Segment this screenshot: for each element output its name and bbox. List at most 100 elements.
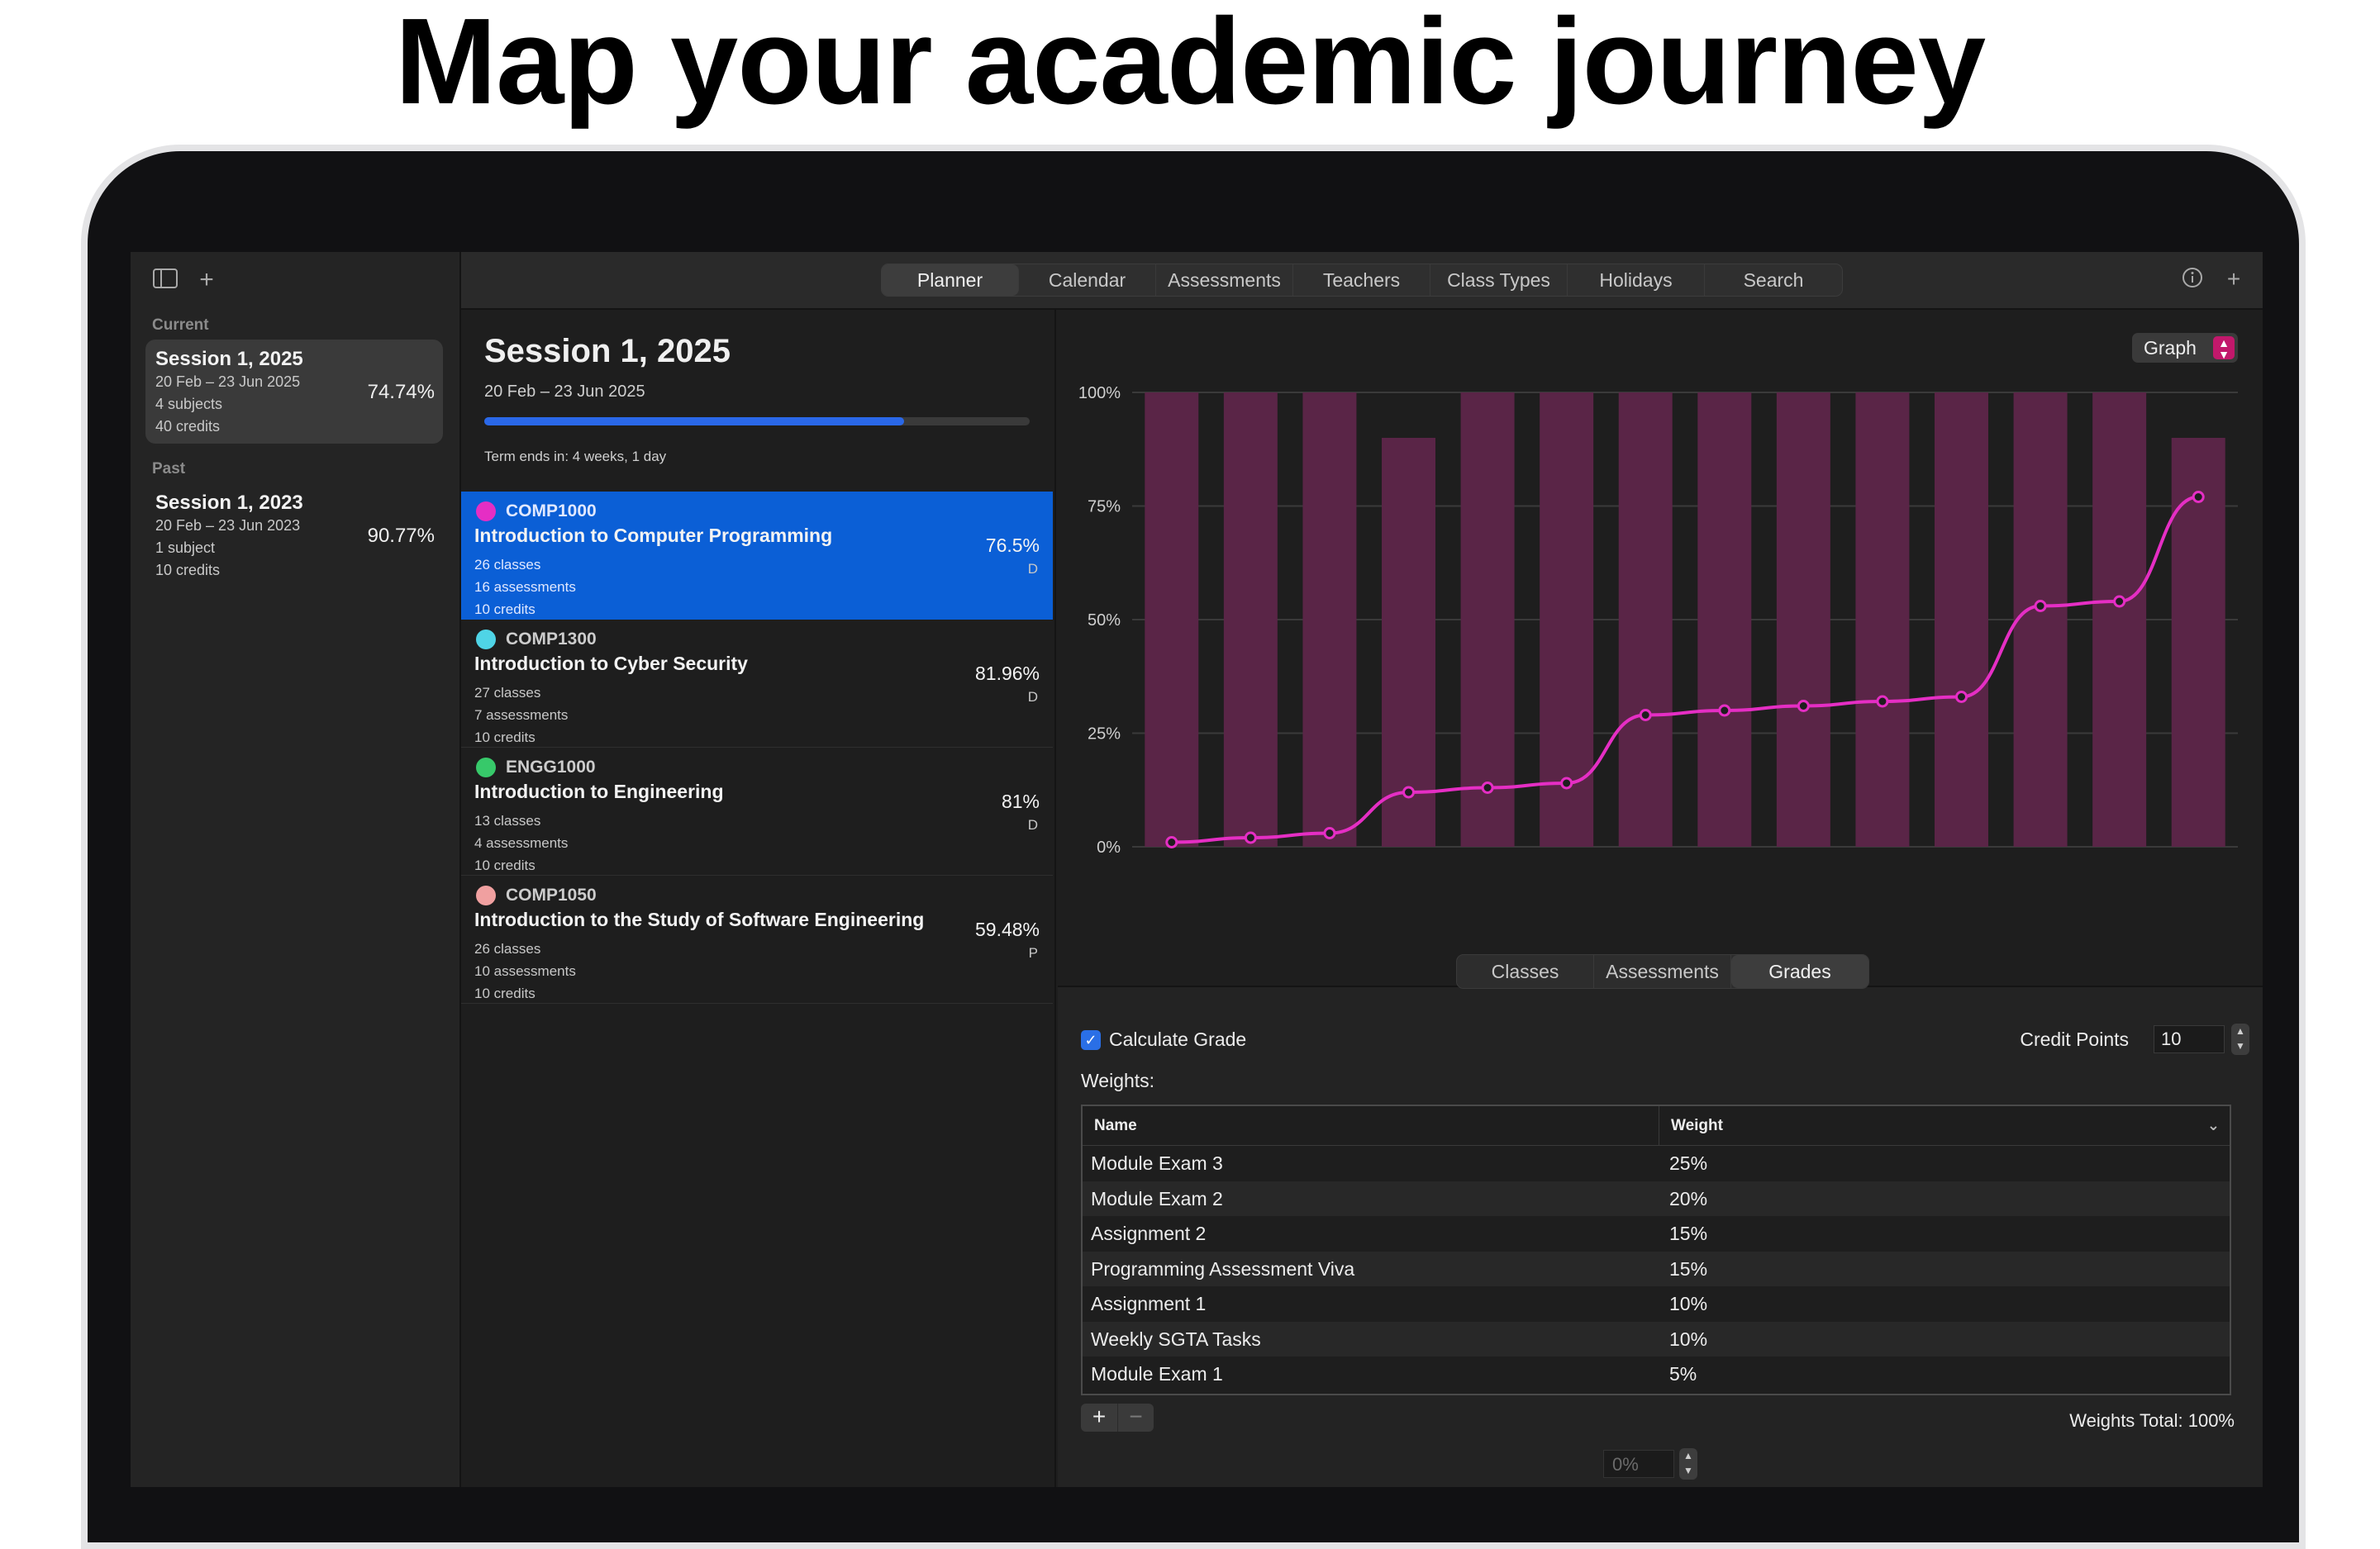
chart-point bbox=[1876, 695, 1889, 708]
weights-label: Weights: bbox=[1081, 1070, 1155, 1091]
percent-stepper[interactable]: ▲ ▼ bbox=[1679, 1448, 1697, 1480]
chart-bar bbox=[1935, 392, 1988, 847]
chart-bar bbox=[2092, 392, 2147, 847]
tab-assessments[interactable]: Assessments bbox=[1156, 264, 1293, 296]
add-remove-buttons: + − bbox=[1081, 1404, 1154, 1432]
subject-row[interactable]: ENGG1000 Introduction to Engineering 13 cl… bbox=[461, 748, 1053, 876]
session-detail: Session 1, 2025 20 Feb – 23 Jun 2025 Ter… bbox=[461, 310, 1056, 1487]
table-row[interactable]: Assignment 1 10% bbox=[1083, 1286, 2230, 1322]
subject-name: Introduction to Computer Programming bbox=[474, 525, 833, 546]
add-session-icon[interactable]: + bbox=[193, 268, 220, 292]
detail-tabs: Classes Assessments Grades bbox=[1456, 954, 1869, 989]
subject-detail: Graph ▲ ▼ 0% 25% 50% 75% 100% Classes Assessm… bbox=[1058, 310, 2263, 1487]
chart-point bbox=[1323, 827, 1336, 839]
subject-code: COMP1050 bbox=[506, 886, 597, 905]
chart-point bbox=[1402, 786, 1415, 799]
tab-classes[interactable]: Classes bbox=[1457, 955, 1594, 988]
headline: Map your academic journey bbox=[394, 0, 1986, 130]
main-tabs: Planner Calendar Assessments Teachers Cl… bbox=[881, 264, 1843, 297]
checkbox-checked-icon[interactable]: ✓ bbox=[1081, 1029, 1101, 1050]
table-row[interactable]: Programming Assessment Viva 15% bbox=[1083, 1251, 2230, 1286]
remove-weight-button[interactable]: − bbox=[1117, 1404, 1154, 1432]
calculate-grade[interactable]: ✓ Calculate Grade bbox=[1081, 1029, 1246, 1051]
add-icon[interactable]: + bbox=[2221, 267, 2246, 292]
past-label: Past bbox=[152, 460, 186, 478]
calculate-grade-label: Calculate Grade bbox=[1109, 1029, 1247, 1050]
tab-calendar[interactable]: Calendar bbox=[1019, 264, 1156, 296]
subject-credits: 10 credits bbox=[474, 986, 536, 1001]
subject-name: Introduction to Engineering bbox=[474, 781, 724, 802]
subject-row[interactable]: COMP1050 Introduction to the Study of Sof… bbox=[461, 876, 1053, 1004]
subject-percent: 81% bbox=[1001, 791, 1040, 812]
weight-name: Assignment 2 bbox=[1091, 1223, 1207, 1244]
weight-name: Assignment 1 bbox=[1091, 1293, 1207, 1314]
grades-panel: ✓ Calculate Grade Credit Points 10 ▲ ▼ We… bbox=[1058, 989, 2263, 1487]
weight-value: 20% bbox=[1669, 1187, 1708, 1209]
subject-meta: 13 classes 4 assessments 10 credits bbox=[474, 810, 568, 877]
weight-value: 5% bbox=[1669, 1363, 1697, 1385]
tab-teachers[interactable]: Teachers bbox=[1293, 264, 1430, 296]
tab-class-types[interactable]: Class Types bbox=[1430, 264, 1568, 296]
subject-code: COMP1000 bbox=[506, 501, 597, 520]
table-row[interactable]: Assignment 2 15% bbox=[1083, 1216, 2230, 1252]
table-row[interactable]: Module Exam 1 5% bbox=[1083, 1357, 2230, 1392]
credit-points-field[interactable]: 10 bbox=[2154, 1025, 2225, 1053]
subject-row[interactable]: COMP1000 Introduction to Computer Program… bbox=[461, 492, 1053, 620]
credit-stepper[interactable]: ▲ ▼ bbox=[2231, 1024, 2249, 1055]
page-title: Session 1, 2025 bbox=[484, 333, 731, 369]
subject-code: COMP1300 bbox=[506, 630, 597, 649]
chart-point bbox=[1244, 831, 1257, 844]
sort-chevron-icon[interactable]: ⌄ bbox=[2207, 1106, 2220, 1144]
term-ends: Term ends in: 4 weeks, 1 day bbox=[484, 449, 667, 464]
subject-grade: D bbox=[1027, 561, 1038, 577]
session-item-current[interactable]: Session 1, 2025 20 Feb – 23 Jun 2025 4 s… bbox=[145, 340, 443, 444]
weight-value: 25% bbox=[1669, 1152, 1708, 1174]
graph-popup-button[interactable]: Graph ▲ ▼ bbox=[2132, 333, 2238, 363]
session-credits: 10 credits bbox=[155, 562, 221, 578]
chart-bar bbox=[1697, 392, 1752, 847]
chart-point bbox=[1481, 782, 1494, 794]
chart-point bbox=[1718, 704, 1731, 717]
subject-credits: 10 credits bbox=[474, 601, 536, 617]
subject-assessments: 10 assessments bbox=[474, 963, 576, 979]
chart-point bbox=[2034, 600, 2047, 612]
subject-name: Introduction to the Study of Software En… bbox=[474, 909, 925, 930]
session-percent: 90.77% bbox=[367, 525, 435, 547]
weights-table: Name Weight ⌄ Module Exam 3 25% Module Exa… bbox=[1081, 1105, 2231, 1395]
subject-classes: 13 classes bbox=[474, 813, 541, 829]
toolbar: Planner Calendar Assessments Teachers Cl… bbox=[461, 252, 2263, 310]
chart-bar bbox=[1302, 392, 1357, 847]
subject-row[interactable]: COMP1300 Introduction to Cyber Security 27… bbox=[461, 620, 1053, 748]
session-range: 20 Feb – 23 Jun 2025 bbox=[484, 382, 645, 401]
table-row[interactable]: Module Exam 2 20% bbox=[1083, 1181, 2230, 1216]
column-header-weight[interactable]: Weight bbox=[1659, 1106, 1723, 1145]
percent-field[interactable]: 0% bbox=[1603, 1450, 1674, 1478]
table-row[interactable]: Module Exam 3 25% bbox=[1083, 1146, 2230, 1181]
sidebar-toggle-icon[interactable] bbox=[152, 268, 178, 292]
tab-planner[interactable]: Planner bbox=[882, 264, 1019, 296]
subject-credits: 10 credits bbox=[474, 858, 536, 873]
tab-grades[interactable]: Grades bbox=[1731, 955, 1868, 988]
add-weight-button[interactable]: + bbox=[1081, 1404, 1117, 1432]
chart-point bbox=[2192, 491, 2205, 503]
weight-name: Programming Assessment Viva bbox=[1091, 1257, 1355, 1280]
chart-bar bbox=[1855, 392, 1910, 847]
graph-label: Graph bbox=[2144, 337, 2197, 359]
tab-assessments[interactable]: Assessments bbox=[1594, 955, 1731, 988]
y-tick-label: 75% bbox=[1088, 498, 1121, 516]
subject-grade: D bbox=[1027, 689, 1038, 705]
subject-grade: D bbox=[1027, 817, 1038, 833]
tab-search[interactable]: Search bbox=[1705, 264, 1842, 296]
subject-color-dot bbox=[476, 501, 496, 521]
tab-holidays[interactable]: Holidays bbox=[1568, 264, 1705, 296]
subject-classes: 26 classes bbox=[474, 557, 541, 573]
column-header-name[interactable]: Name bbox=[1083, 1106, 1659, 1145]
table-row[interactable]: Weekly SGTA Tasks 10% bbox=[1083, 1321, 2230, 1357]
table-header: Name Weight ⌄ bbox=[1083, 1106, 2230, 1146]
chart-bar bbox=[1776, 392, 1830, 847]
info-icon[interactable] bbox=[2180, 267, 2205, 292]
subject-percent: 76.5% bbox=[985, 535, 1040, 556]
subject-code: ENGG1000 bbox=[506, 758, 596, 777]
subject-color-dot bbox=[476, 886, 496, 905]
session-item-past[interactable]: Session 1, 2023 20 Feb – 23 Jun 2023 1 s… bbox=[145, 483, 443, 587]
